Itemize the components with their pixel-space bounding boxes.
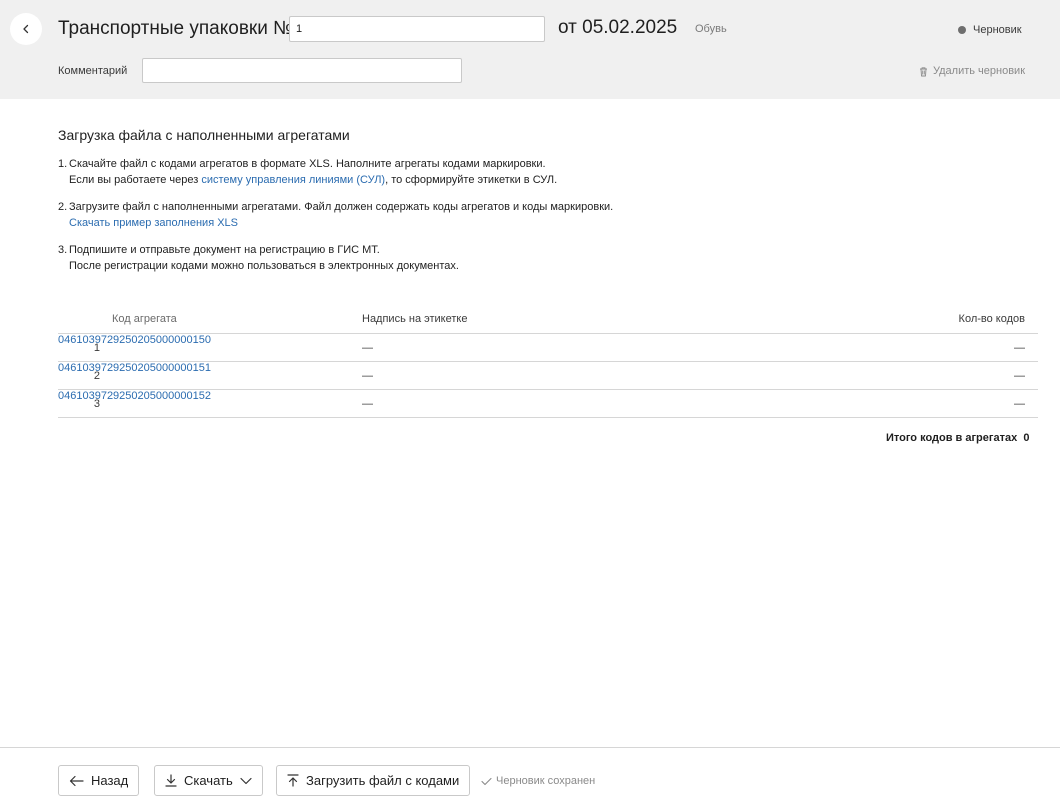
step-text-fragment: , то сформируйте этикетки в СУЛ. bbox=[385, 174, 558, 186]
label-value: — bbox=[362, 370, 373, 382]
draft-saved-label: Черновик сохранен bbox=[496, 775, 596, 787]
label-value: — bbox=[362, 398, 373, 410]
table-row: 3 0461039729250205000000152 — — bbox=[58, 390, 1038, 418]
document-number-input[interactable] bbox=[289, 16, 545, 42]
status-label: Черновик bbox=[973, 24, 1022, 36]
total-label: Итого кодов в агрегатах bbox=[886, 432, 1018, 444]
upload-codes-file-button[interactable]: Загрузить файл с кодами bbox=[276, 765, 471, 796]
back-icon-button[interactable] bbox=[10, 13, 42, 45]
chevron-left-icon bbox=[23, 24, 29, 34]
download-button[interactable]: Скачать bbox=[154, 765, 263, 796]
step-text-fragment: Если вы работаете через bbox=[69, 174, 202, 186]
table-header: Код агрегата Надпись на этикетке Кол-во … bbox=[58, 309, 1038, 334]
document-date: от 05.02.2025 bbox=[558, 17, 678, 38]
page-title: Транспортные упаковки № bbox=[58, 18, 294, 39]
delete-draft-button[interactable]: Удалить черновик bbox=[918, 64, 1025, 78]
instruction-step-1: 1. Скачайте файл с кодами агрегатов в фо… bbox=[58, 156, 758, 188]
aggregate-code-link[interactable]: 0461039729250205000000150 bbox=[58, 334, 211, 346]
total-value: 0 bbox=[1023, 432, 1030, 444]
row-index: 2 bbox=[93, 370, 100, 382]
trash-icon bbox=[920, 66, 927, 76]
aggregate-code-link[interactable]: 0461039729250205000000151 bbox=[58, 362, 211, 374]
comment-label: Комментарий bbox=[58, 65, 128, 77]
draft-saved-status: Черновик сохранен bbox=[481, 774, 595, 788]
table-row: 1 0461039729250205000000150 — — bbox=[58, 334, 1038, 362]
count-value: — bbox=[1014, 398, 1025, 410]
aggregates-table: Код агрегата Надпись на этикетке Кол-во … bbox=[58, 309, 1038, 418]
step-number: 1. bbox=[58, 158, 68, 170]
step-text: Если вы работаете через систему управлен… bbox=[69, 172, 758, 188]
delete-draft-label: Удалить черновик bbox=[933, 65, 1026, 77]
table-row: 2 0461039729250205000000151 — — bbox=[58, 362, 1038, 390]
instructions-list: 1. Скачайте файл с кодами агрегатов в фо… bbox=[58, 156, 758, 285]
instruction-step-2: 2. Загрузите файл с наполненными агрегат… bbox=[58, 199, 758, 231]
step-text: Скачайте файл с кодами агрегатов в форма… bbox=[69, 158, 546, 170]
product-category: Обувь bbox=[695, 23, 727, 35]
step-text: Загрузите файл с наполненными агрегатами… bbox=[69, 201, 614, 213]
aggregates-total: Итого кодов в агрегатах 0 bbox=[886, 431, 1029, 445]
download-example-xls-link[interactable]: Скачать пример заполнения XLS bbox=[69, 217, 238, 229]
step-number: 3. bbox=[58, 244, 68, 256]
footer-toolbar: Назад Скачать Загрузить файл с кодами Че… bbox=[0, 747, 1060, 807]
step-number: 2. bbox=[58, 201, 68, 213]
upload-button-label: Загрузить файл с кодами bbox=[306, 773, 460, 788]
chevron-down-icon bbox=[240, 777, 252, 784]
status-badge: Черновик bbox=[958, 23, 1022, 37]
count-value: — bbox=[1014, 370, 1025, 382]
column-header-code: Код агрегата bbox=[112, 313, 177, 325]
label-value: — bbox=[362, 342, 373, 354]
upload-icon bbox=[287, 774, 299, 787]
section-title: Загрузка файла с наполненными агрегатами bbox=[58, 127, 350, 143]
download-icon bbox=[165, 774, 177, 787]
column-header-count: Кол-во кодов bbox=[958, 313, 1025, 325]
step-text: После регистрации кодами можно пользоват… bbox=[69, 260, 459, 272]
download-button-label: Скачать bbox=[184, 773, 233, 788]
column-header-label: Надпись на этикетке bbox=[362, 313, 468, 325]
status-dot-icon bbox=[958, 26, 966, 34]
document-header: Транспортные упаковки № от 05.02.2025 Об… bbox=[0, 0, 1060, 99]
row-index: 3 bbox=[93, 398, 100, 410]
back-button[interactable]: Назад bbox=[58, 765, 140, 796]
checkmark-icon bbox=[481, 777, 492, 785]
back-button-label: Назад bbox=[91, 773, 129, 788]
arrow-left-icon bbox=[69, 775, 84, 786]
instruction-step-3: 3. Подпишите и отправьте документ на рег… bbox=[58, 242, 758, 274]
aggregate-code-link[interactable]: 0461039729250205000000152 bbox=[58, 390, 211, 402]
count-value: — bbox=[1014, 342, 1025, 354]
row-index: 1 bbox=[93, 342, 100, 354]
comment-input[interactable] bbox=[142, 58, 462, 83]
sul-system-link[interactable]: систему управления линиями (СУЛ) bbox=[201, 174, 385, 186]
step-text: Подпишите и отправьте документ на регист… bbox=[69, 244, 380, 256]
